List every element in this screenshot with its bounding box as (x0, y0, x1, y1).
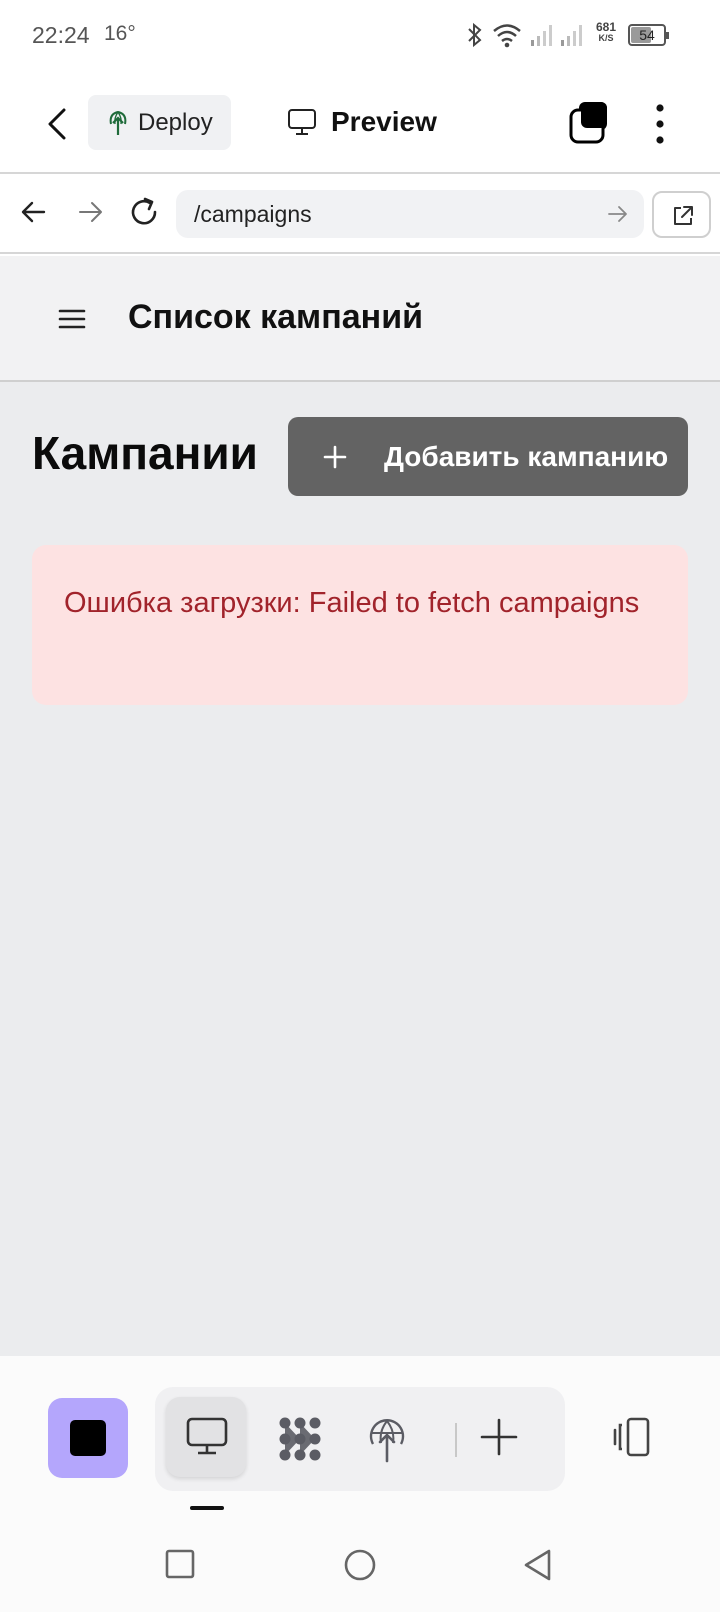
system-nav-bar (0, 1512, 720, 1612)
add-campaign-label: Добавить кампанию (384, 440, 669, 472)
url-bar[interactable]: /campaigns (176, 190, 644, 238)
bluetooth-icon (468, 22, 482, 48)
nav-back-icon[interactable] (16, 194, 52, 230)
add-campaign-button[interactable]: Добавить кампанию (288, 417, 688, 496)
signal-icon-2 (561, 25, 582, 46)
go-arrow-icon[interactable] (606, 202, 630, 226)
url-text: /campaigns (194, 201, 312, 227)
reload-icon[interactable] (126, 194, 162, 230)
tool-group (155, 1387, 565, 1491)
app-bar: Deploy Preview (0, 72, 720, 174)
preview-label: Preview (331, 106, 437, 137)
signal-icon-1 (531, 25, 552, 46)
web-header: Список кампаний (0, 256, 720, 382)
deploy-tool-button[interactable] (347, 1397, 427, 1477)
net-speed: 681 K/S (595, 20, 617, 43)
error-alert: Ошибка загрузки: Failed to fetch campaig… (32, 545, 688, 705)
back-triangle-icon[interactable] (522, 1548, 554, 1582)
graph-tool-button[interactable] (257, 1397, 337, 1477)
active-tool-indicator (190, 1506, 224, 1510)
web-content: Список кампаний Кампании Добавить кампан… (0, 256, 720, 1356)
toolbar-divider (455, 1423, 457, 1457)
page-title: Кампании (32, 427, 258, 479)
recents-square-icon[interactable] (164, 1548, 196, 1580)
graph-nodes-icon (279, 1417, 321, 1461)
status-temperature: 16° (104, 22, 136, 45)
more-vertical-icon[interactable] (646, 102, 674, 146)
error-message: Ошибка загрузки: Failed to fetch campaig… (64, 587, 640, 619)
preview-tool-button[interactable] (166, 1397, 246, 1477)
monitor-icon (186, 1417, 228, 1455)
tabs-icon[interactable] (567, 100, 613, 146)
status-bar: 22:24 16° 681 K/S 54 (0, 0, 720, 72)
preview-title[interactable]: Preview (287, 102, 437, 142)
plus-icon (480, 1418, 518, 1456)
deploy-globe-icon (369, 1419, 405, 1463)
nav-forward-icon[interactable] (72, 194, 108, 230)
wifi-icon (493, 24, 521, 48)
device-layout-icon[interactable] (610, 1416, 654, 1460)
web-header-title: Список кампаний (128, 298, 423, 336)
back-arrow-icon[interactable] (40, 104, 76, 144)
monitor-icon (288, 109, 316, 135)
open-external-button[interactable] (652, 191, 711, 238)
battery-icon: 54 (628, 24, 669, 46)
plus-icon (323, 445, 347, 468)
open-external-icon (674, 206, 693, 225)
status-time: 22:24 (32, 22, 90, 48)
stop-square-icon (70, 1420, 106, 1456)
home-circle-icon[interactable] (343, 1548, 377, 1582)
bottom-toolbar (0, 1356, 720, 1512)
stop-button[interactable] (48, 1398, 128, 1478)
browser-nav-bar: /campaigns (0, 176, 720, 254)
deploy-label: Deploy (138, 108, 213, 136)
deploy-tree-icon (109, 110, 127, 135)
deploy-button[interactable]: Deploy (88, 95, 231, 150)
hamburger-menu-icon[interactable] (58, 308, 86, 330)
add-tool-button[interactable] (459, 1397, 539, 1477)
